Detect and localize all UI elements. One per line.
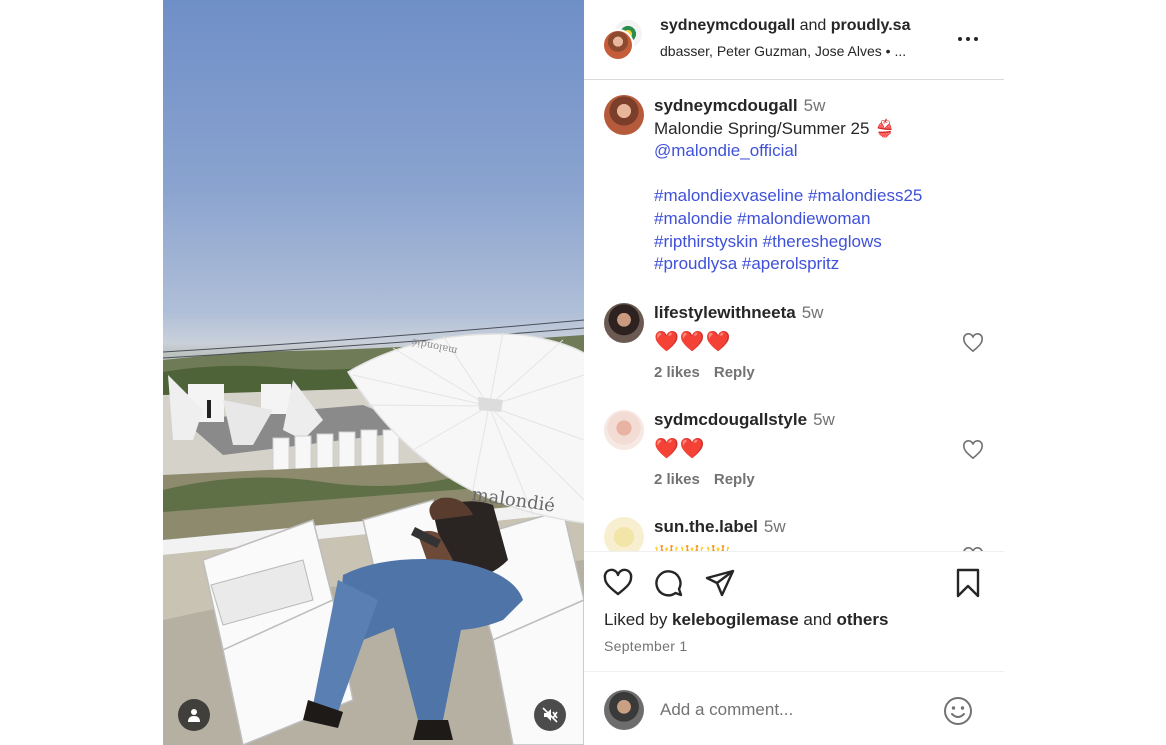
collab-avatars[interactable] bbox=[602, 18, 646, 62]
comment-icon[interactable] bbox=[652, 567, 684, 599]
comment-reply-button[interactable]: Reply bbox=[714, 364, 755, 381]
comment-body: lifestylewithneeta 5w ❤️❤️❤️ bbox=[654, 303, 823, 354]
post-photo: malondié malondié bbox=[163, 319, 584, 745]
caption-hashtags[interactable]: #ripthirstyskin #theresheglows bbox=[654, 231, 994, 254]
heart-icon[interactable] bbox=[962, 440, 984, 460]
comment-text: ❤️❤️ bbox=[654, 438, 706, 460]
caption-username[interactable]: sydneymcdougall bbox=[654, 96, 798, 115]
heart-icon[interactable] bbox=[602, 567, 634, 599]
comment-text: 👑👑👑 bbox=[654, 543, 786, 551]
share-icon[interactable] bbox=[704, 567, 736, 599]
comment-meta: 2 likes Reply bbox=[654, 364, 769, 381]
caption-body: sydneymcdougall 5w Malondie Spring/Summer… bbox=[654, 95, 994, 276]
liked-by-text: Liked by kelebogilemase and others bbox=[604, 610, 888, 630]
post-actions: Liked by kelebogilemase and others Septe… bbox=[584, 551, 1004, 671]
comment-username[interactable]: sydmcdougallstyle bbox=[654, 410, 807, 429]
author-link[interactable]: sydneymcdougall bbox=[660, 17, 795, 34]
caption-hashtags[interactable]: #malondie #malondiewoman bbox=[654, 208, 994, 231]
emoji-icon[interactable] bbox=[942, 695, 974, 727]
comment-body: sun.the.label 5w 👑👑👑 bbox=[654, 517, 786, 551]
comment-time[interactable]: 5w bbox=[764, 517, 786, 536]
post-authors: sydneymcdougall and proudly.sa bbox=[660, 17, 910, 35]
liked-by-others[interactable]: others bbox=[836, 610, 888, 629]
comment-avatar[interactable] bbox=[604, 303, 644, 343]
comment-reply-button[interactable]: Reply bbox=[714, 471, 755, 488]
caption-hashtags[interactable]: #malondiexvaseline #malondiess25 bbox=[654, 185, 994, 208]
comment-item: sydmcdougallstyle 5w ❤️❤️ 2 likes Reply bbox=[604, 410, 994, 500]
comment-time[interactable]: 5w bbox=[802, 303, 824, 322]
add-comment-bar bbox=[584, 671, 1004, 745]
caption-avatar[interactable] bbox=[604, 95, 644, 135]
comment-input[interactable] bbox=[660, 698, 920, 722]
more-icon-dot bbox=[966, 37, 970, 41]
caption-hashtags[interactable]: #proudlysa #aperolspritz bbox=[654, 253, 994, 276]
liked-by-user[interactable]: kelebogilemase bbox=[672, 610, 799, 629]
liked-by-prefix: Liked by bbox=[604, 610, 673, 629]
comment-avatar[interactable] bbox=[604, 517, 644, 551]
more-options-button[interactable] bbox=[954, 28, 982, 50]
comment-likes[interactable]: 2 likes bbox=[654, 364, 700, 381]
comment-item: lifestylewithneeta 5w ❤️❤️❤️ 2 likes Reply bbox=[604, 303, 994, 393]
comment-text: ❤️❤️❤️ bbox=[654, 331, 732, 353]
more-icon bbox=[958, 37, 962, 41]
mute-toggle-button[interactable] bbox=[534, 699, 566, 731]
post-media[interactable]: malondié malondié bbox=[163, 0, 584, 745]
muted-speaker-icon bbox=[542, 707, 558, 723]
user-tag-button[interactable] bbox=[178, 699, 210, 731]
author-avatar[interactable] bbox=[602, 29, 634, 61]
more-icon-dot bbox=[974, 37, 978, 41]
collaborator-link[interactable]: proudly.sa bbox=[831, 17, 911, 34]
authors-joiner: and bbox=[795, 17, 831, 34]
comment-username[interactable]: sun.the.label bbox=[654, 517, 758, 536]
comments-scroll-area[interactable]: sydneymcdougall 5w Malondie Spring/Summer… bbox=[584, 81, 1004, 551]
user-tag-icon bbox=[188, 709, 200, 722]
liked-by-joiner: and bbox=[798, 610, 837, 629]
caption-text: Malondie Spring/Summer 25 👙 bbox=[654, 118, 896, 138]
comment-time[interactable]: 5w bbox=[813, 410, 835, 429]
audio-attribution[interactable]: dbasser, Peter Guzman, Jose Alves • ... bbox=[660, 43, 906, 59]
post-header: sydneymcdougall and proudly.sa dbasser, … bbox=[584, 0, 1004, 80]
comment-avatar[interactable] bbox=[604, 410, 644, 450]
comment-meta: 2 likes Reply bbox=[654, 471, 769, 488]
heart-icon[interactable] bbox=[962, 333, 984, 353]
comment-item: sun.the.label 5w 👑👑👑 bbox=[604, 517, 994, 551]
caption-mention[interactable]: @malondie_official bbox=[654, 140, 994, 163]
comment-body: sydmcdougallstyle 5w ❤️❤️ bbox=[654, 410, 835, 461]
comment-username[interactable]: lifestylewithneeta bbox=[654, 303, 796, 322]
bookmark-icon[interactable] bbox=[952, 567, 984, 599]
caption-time[interactable]: 5w bbox=[804, 96, 826, 115]
post-date[interactable]: September 1 bbox=[604, 638, 687, 654]
comment-likes[interactable]: 2 likes bbox=[654, 471, 700, 488]
post-details-pane: sydneymcdougall and proudly.sa dbasser, … bbox=[584, 0, 1004, 745]
current-user-avatar bbox=[604, 690, 644, 730]
